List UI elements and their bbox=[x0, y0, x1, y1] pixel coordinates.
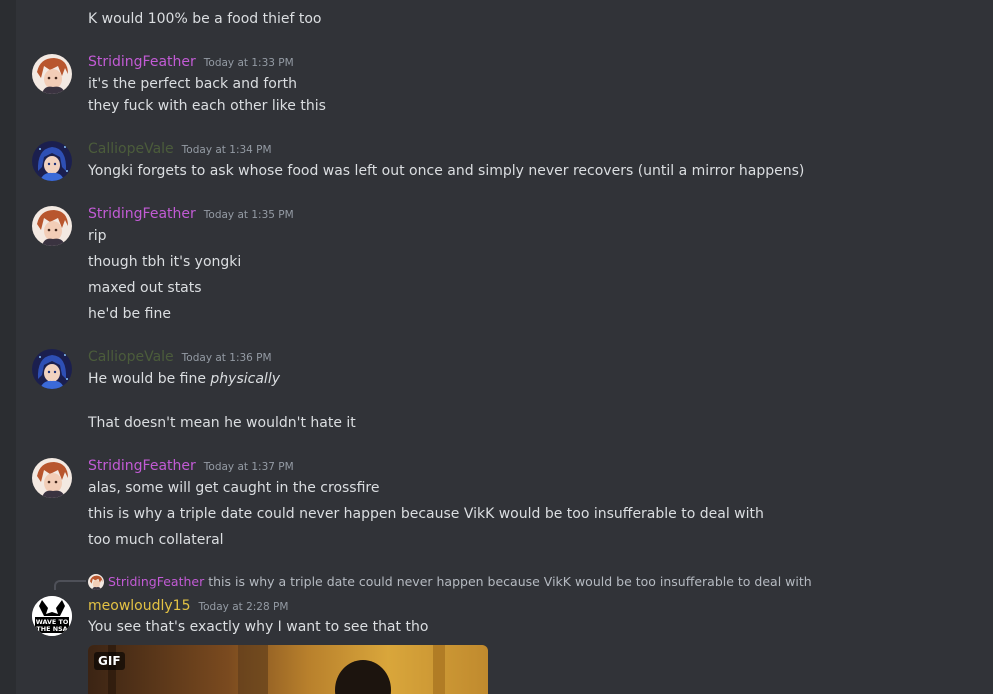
username[interactable]: StridingFeather bbox=[88, 456, 196, 476]
username[interactable]: CalliopeVale bbox=[88, 139, 174, 159]
message-text: He would be fine bbox=[88, 371, 211, 387]
message-line: That doesn't mean he wouldn't hate it bbox=[88, 415, 356, 431]
anime-avatar-red-hair-icon bbox=[32, 458, 72, 498]
message-line: they fuck with each other like this bbox=[88, 98, 326, 114]
message-line: this is why a triple date could never ha… bbox=[88, 506, 764, 522]
timestamp[interactable]: Today at 2:28 PM bbox=[198, 597, 288, 617]
striding-avatar[interactable] bbox=[32, 54, 72, 94]
timestamp[interactable]: Today at 1:33 PM bbox=[204, 53, 294, 73]
gif-preview-image bbox=[88, 645, 488, 694]
message-line: it's the perfect back and forth bbox=[88, 76, 297, 92]
message-header: CalliopeVale Today at 1:34 PM bbox=[88, 139, 272, 160]
username[interactable]: meowloudly15 bbox=[88, 596, 190, 616]
message-line: rip bbox=[88, 228, 107, 244]
reply-avatar bbox=[88, 574, 104, 590]
message-line: alas, some will get caught in the crossf… bbox=[88, 480, 380, 496]
timestamp[interactable]: Today at 1:36 PM bbox=[182, 348, 272, 368]
meow-avatar[interactable]: WAVE TO THE NSA bbox=[32, 596, 72, 636]
reply-preview[interactable]: StridingFeather this is why a triple dat… bbox=[88, 573, 812, 591]
message-header: meowloudly15 Today at 2:28 PM bbox=[88, 596, 288, 617]
message-line: K would 100% be a food thief too bbox=[88, 11, 322, 27]
timestamp[interactable]: Today at 1:34 PM bbox=[182, 140, 272, 160]
message-line: though tbh it's yongki bbox=[88, 254, 242, 270]
message-header: StridingFeather Today at 1:33 PM bbox=[88, 52, 294, 73]
message-line: Yongki forgets to ask whose food was lef… bbox=[88, 163, 805, 179]
reply-text[interactable]: this is why a triple date could never ha… bbox=[208, 573, 811, 591]
channel-sidebar-edge bbox=[0, 0, 16, 694]
message-line: too much collateral bbox=[88, 532, 224, 548]
timestamp[interactable]: Today at 1:35 PM bbox=[204, 205, 294, 225]
anime-avatar-red-hair-icon bbox=[88, 574, 104, 590]
timestamp[interactable]: Today at 1:37 PM bbox=[204, 457, 294, 477]
message-emphasis: physically bbox=[210, 371, 280, 387]
username[interactable]: CalliopeVale bbox=[88, 347, 174, 367]
message-header: StridingFeather Today at 1:37 PM bbox=[88, 456, 294, 477]
message-list: K would 100% be a food thief too Stridin… bbox=[16, 0, 993, 694]
anime-avatar-red-hair-icon bbox=[32, 206, 72, 246]
calliope-avatar[interactable] bbox=[32, 141, 72, 181]
username[interactable]: StridingFeather bbox=[88, 204, 196, 224]
avatar-text-line-2: THE NSA bbox=[36, 625, 67, 633]
striding-avatar[interactable] bbox=[32, 458, 72, 498]
anime-avatar-blue-hair-icon bbox=[32, 141, 72, 181]
discord-app: K would 100% be a food thief too Stridin… bbox=[0, 0, 993, 694]
anime-avatar-blue-hair-icon bbox=[32, 349, 72, 389]
message-line: maxed out stats bbox=[88, 280, 202, 296]
message-line: He would be fine physically bbox=[88, 369, 280, 389]
message-line: You see that's exactly why I want to see… bbox=[88, 619, 429, 635]
message-header: StridingFeather Today at 1:35 PM bbox=[88, 204, 294, 225]
wave-to-the-nsa-avatar-icon: WAVE TO THE NSA bbox=[32, 596, 72, 636]
striding-avatar[interactable] bbox=[32, 206, 72, 246]
anime-avatar-red-hair-icon bbox=[32, 54, 72, 94]
gif-attachment[interactable]: GIF bbox=[88, 645, 488, 694]
message-header: CalliopeVale Today at 1:36 PM bbox=[88, 347, 272, 368]
reply-spine-icon bbox=[54, 580, 86, 590]
username[interactable]: StridingFeather bbox=[88, 52, 196, 72]
calliope-avatar[interactable] bbox=[32, 349, 72, 389]
gif-badge: GIF bbox=[94, 652, 125, 670]
message-line: he'd be fine bbox=[88, 306, 171, 322]
reply-author[interactable]: StridingFeather bbox=[108, 573, 204, 591]
